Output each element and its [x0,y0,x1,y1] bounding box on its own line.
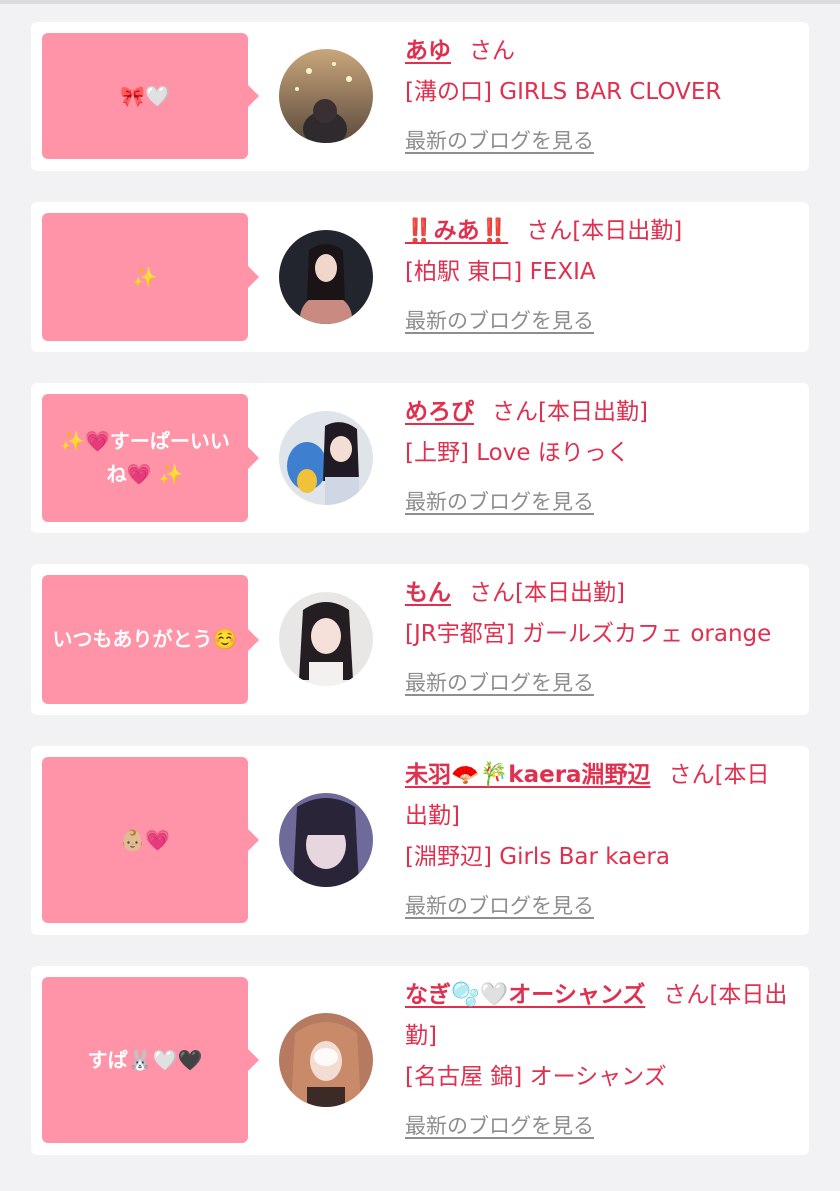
shop-label: [溝の口] GIRLS BAR CLOVER [405,79,722,105]
message-bubble: いつもありがとう☺️ [42,575,259,704]
card-info: めろぴ さん[本日出勤] [上野] Love ほりっく 最新のブログを見る [405,392,789,523]
latest-blog-link[interactable]: 最新のブログを見る [405,482,789,523]
shop-label: [名古屋 錦] オーシャンズ [405,1064,667,1090]
avatar[interactable] [279,230,373,324]
latest-blog-link[interactable]: 最新のブログを見る [405,663,789,704]
name-line: ‼️みあ‼️ さん[本日出勤] [405,211,789,252]
latest-blog-link[interactable]: 最新のブログを見る [405,121,789,162]
card-info: もん さん[本日出勤] [JR宇都宮] ガールズカフェ orange 最新のブログ… [405,573,789,704]
top-divider [0,0,840,4]
name-line: 未羽🪭🎋kaera淵野辺 さん[本日出勤] [405,755,789,837]
latest-blog-link[interactable]: 最新のブログを見る [405,886,789,927]
girl-name-link[interactable]: なぎ🫧🤍オーシャンズ [405,982,645,1008]
status-label: [本日出勤] [515,580,625,606]
san-label: さん [663,982,710,1008]
name-line: もん さん[本日出勤] [405,573,789,614]
latest-blog-link[interactable]: 最新のブログを見る [405,1106,789,1147]
shop-label: [JR宇都宮] ガールズカフェ orange [405,621,772,647]
avatar[interactable] [279,1013,373,1107]
status-label: [本日出勤] [538,399,648,425]
message-bubble: ✨💗すーぱーいいね💗 ✨ [42,394,259,522]
san-label: さん [492,399,538,425]
shop-label: [上野] Love ほりっく [405,440,630,466]
name-line: あゆ さん [405,31,789,72]
san-label: さん [668,762,715,788]
san-label: さん [526,218,573,244]
avatar[interactable] [279,49,373,143]
latest-blog-link[interactable]: 最新のブログを見る [405,301,789,342]
message-bubble: 👶🏼💗 [42,757,259,923]
avatar[interactable] [279,592,373,686]
name-line: なぎ🫧🤍オーシャンズ さん[本日出勤] [405,975,789,1057]
card-info: 未羽🪭🎋kaera淵野辺 さん[本日出勤] [淵野辺] Girls Bar kae… [405,755,789,927]
girl-name-link[interactable]: もん [405,580,451,606]
shop-label: [淵野辺] Girls Bar kaera [405,844,670,870]
message-list: 🎀🤍 あゆ さん [溝の口] GIRLS BAR CLOVER 最新のブログを見る… [31,22,809,1155]
san-label: さん [469,580,515,606]
message-bubble: 🎀🤍 [42,33,259,159]
card-info: あゆ さん [溝の口] GIRLS BAR CLOVER 最新のブログを見る [405,31,789,162]
san-label: さん [469,38,515,64]
avatar[interactable] [279,411,373,505]
status-label: [本日出勤] [572,218,683,244]
list-item: 👶🏼💗 未羽🪭🎋kaera淵野辺 さん[本日出勤] [淵野辺] Girls Bar… [31,746,809,935]
name-line: めろぴ さん[本日出勤] [405,392,789,433]
girl-name-link[interactable]: あゆ [405,38,451,64]
card-info: なぎ🫧🤍オーシャンズ さん[本日出勤] [名古屋 錦] オーシャンズ 最新のブログ… [405,975,789,1147]
message-bubble: ✨ [42,213,259,341]
girl-name-link[interactable]: ‼️みあ‼️ [405,218,508,244]
card-info: ‼️みあ‼️ さん[本日出勤] [柏駅 東口] FEXIA 最新のブログを見る [405,211,789,342]
list-item: ✨ ‼️みあ‼️ さん[本日出勤] [柏駅 東口] FEXIA 最新のブログを見る [31,202,809,352]
shop-label: [柏駅 東口] FEXIA [405,259,596,285]
list-item: 🎀🤍 あゆ さん [溝の口] GIRLS BAR CLOVER 最新のブログを見る [31,22,809,171]
list-item: ✨💗すーぱーいいね💗 ✨ めろぴ さん[本日出勤] [上野] Love ほりっく … [31,383,809,533]
girl-name-link[interactable]: 未羽🪭🎋kaera淵野辺 [405,762,651,788]
girl-name-link[interactable]: めろぴ [405,399,474,425]
list-item: いつもありがとう☺️ もん さん[本日出勤] [JR宇都宮] ガールズカフェ or… [31,564,809,715]
avatar[interactable] [279,793,373,887]
list-item: すぱ🐰🤍🖤 なぎ🫧🤍オーシャンズ さん[本日出勤] [名古屋 錦] オーシャンズ … [31,966,809,1155]
message-bubble: すぱ🐰🤍🖤 [42,977,259,1143]
